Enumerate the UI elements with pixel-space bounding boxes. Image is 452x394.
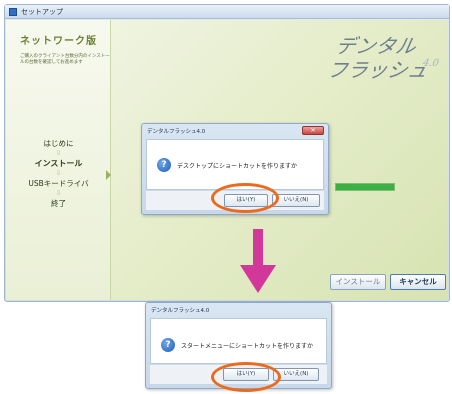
yes-button[interactable]: はい(Y) bbox=[223, 368, 269, 381]
step-list: はじめに ⇩ インストール ⇩ USBキードライバ ⇩ 終了 bbox=[6, 138, 111, 209]
no-button[interactable]: いいえ(N) bbox=[273, 368, 319, 381]
install-progress-fill bbox=[336, 184, 394, 190]
install-button[interactable]: インストール bbox=[330, 274, 386, 290]
question-icon: ? bbox=[157, 158, 171, 172]
cancel-button[interactable]: キャンセル bbox=[390, 274, 446, 290]
install-progress-bar bbox=[335, 183, 395, 191]
dialog-message: スタートメニューにショートカットを作りますか bbox=[181, 343, 314, 350]
question-icon: ? bbox=[161, 338, 175, 352]
no-button[interactable]: いいえ(N) bbox=[272, 194, 320, 207]
logo-version: 4.0 bbox=[421, 58, 440, 69]
product-logo: デンタル フラッシュ 4.0 bbox=[303, 30, 440, 82]
dialog-title: デンタルフラッシュ4.0 bbox=[147, 129, 206, 135]
down-arrow-icon bbox=[240, 229, 276, 293]
step-usb-driver: USBキードライバ bbox=[28, 179, 89, 188]
dialog-title: デンタルフラッシュ4.0 bbox=[151, 308, 210, 314]
dialog-footer: はい(Y) いいえ(N) bbox=[150, 365, 327, 384]
dialog-body: ? スタートメニューにショートカットを作りますか bbox=[150, 318, 327, 364]
app-icon bbox=[9, 8, 17, 16]
step-arrow-icon: ⇩ bbox=[55, 169, 62, 177]
current-step-marker bbox=[106, 170, 111, 180]
logo-text-line2: フラッシュ bbox=[325, 58, 430, 82]
edition-label: ネットワーク版 bbox=[20, 36, 97, 47]
window-title: セットアップ bbox=[21, 8, 63, 16]
sidebar: ネットワーク版 ご購入のクライアント台数分内のインストールの台数を確認してお進め… bbox=[6, 20, 111, 300]
desktop-shortcut-dialog: デンタルフラッシュ4.0 ✕ ? デスクトップにショートカットを作りますか はい… bbox=[141, 123, 329, 215]
dialog-message: デスクトップにショートカットを作りますか bbox=[177, 163, 298, 170]
close-icon[interactable]: ✕ bbox=[302, 126, 324, 135]
step-arrow-icon: ⇩ bbox=[55, 149, 62, 157]
title-bar[interactable]: セットアップ bbox=[5, 5, 449, 19]
dialog-footer: はい(Y) いいえ(N) bbox=[146, 191, 324, 210]
dialog-body: ? デスクトップにショートカットを作りますか bbox=[146, 139, 324, 190]
step-arrow-icon: ⇩ bbox=[55, 189, 62, 197]
step-intro: はじめに bbox=[43, 139, 74, 148]
yes-button[interactable]: はい(Y) bbox=[224, 194, 268, 207]
start-menu-shortcut-dialog: デンタルフラッシュ4.0 ? スタートメニューにショートカットを作りますか はい… bbox=[145, 302, 332, 389]
step-install: インストール bbox=[34, 159, 83, 168]
edition-description: ご購入のクライアント台数分内のインストールの台数を確認してお進めます bbox=[20, 54, 110, 65]
step-finish: 終了 bbox=[51, 199, 66, 208]
